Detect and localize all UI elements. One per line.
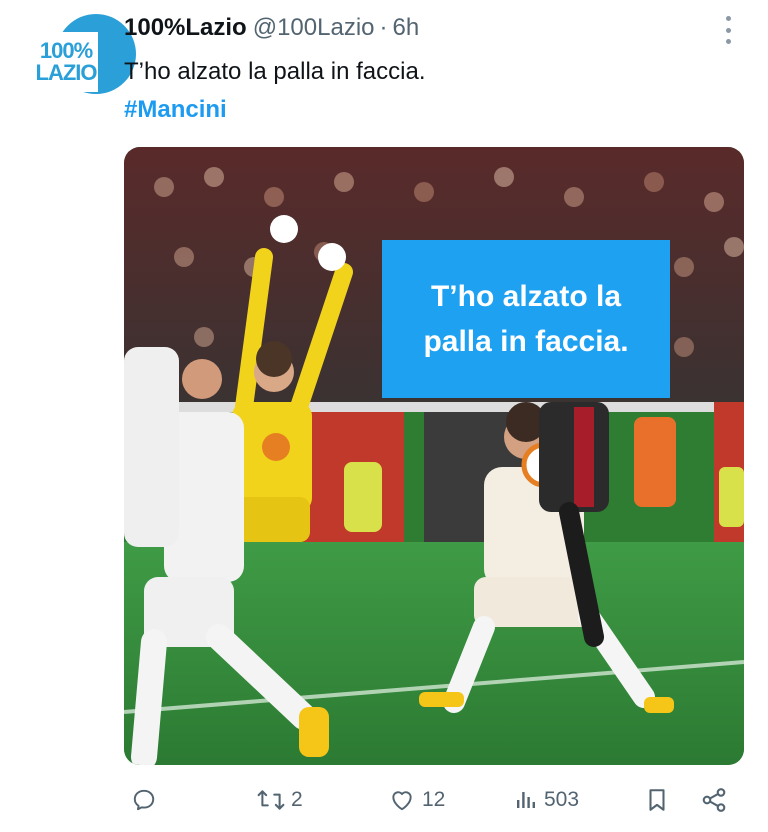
avatar-logo-line1: 100%	[39, 38, 93, 63]
image-caption-overlay: T’ho alzato la palla in faccia.	[382, 240, 670, 398]
separator-dot: ·	[379, 14, 388, 41]
retweet-icon	[257, 790, 285, 810]
more-options-icon[interactable]	[716, 16, 740, 44]
avatar-logo: 100% LAZIO	[34, 32, 98, 92]
bookmark-button[interactable]	[644, 780, 670, 820]
share-button[interactable]	[700, 780, 728, 820]
share-icon	[702, 788, 726, 812]
views-icon	[517, 792, 535, 808]
views-button[interactable]: 503	[514, 780, 579, 820]
reply-icon	[133, 789, 155, 811]
retweet-count: 2	[291, 788, 303, 811]
like-count: 12	[422, 788, 446, 811]
heart-icon	[392, 791, 412, 811]
retweet-button[interactable]: 2	[257, 780, 303, 820]
avatar[interactable]: 100% LAZIO	[34, 12, 136, 94]
user-handle[interactable]: @100Lazio	[253, 14, 375, 42]
display-name[interactable]: 100%Lazio	[124, 14, 247, 42]
tweet-text: T’ho alzato la palla in faccia.	[124, 58, 426, 85]
hashtag-link[interactable]: #Mancini	[124, 96, 227, 124]
like-button[interactable]: 12	[388, 780, 445, 820]
reply-button[interactable]	[131, 780, 163, 820]
tweet-media-image[interactable]: T’ho alzato la palla in faccia.	[124, 147, 744, 765]
tweet-header: 100%Lazio @100Lazio · 6h	[124, 14, 708, 44]
views-count: 503	[544, 788, 580, 811]
tweet-actions-bar: 2 12 503	[0, 780, 768, 820]
bookmark-icon	[649, 789, 665, 811]
avatar-logo-line2: LAZIO	[35, 60, 98, 85]
timestamp[interactable]: 6h	[393, 14, 420, 42]
